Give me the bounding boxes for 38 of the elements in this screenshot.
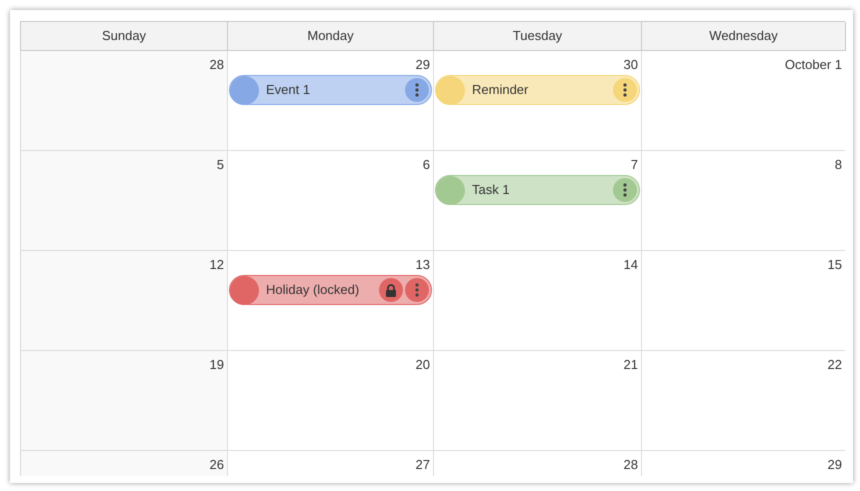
- day-number: 29: [828, 457, 842, 473]
- day-number: 19: [210, 357, 224, 373]
- day-number: 13: [416, 257, 430, 273]
- menu-button[interactable]: [405, 78, 429, 102]
- menu-button[interactable]: [405, 278, 429, 302]
- day-number: 20: [416, 357, 430, 373]
- day-number: 5: [216, 157, 224, 173]
- event-title: Holiday (locked): [266, 281, 360, 300]
- day-number: 30: [624, 57, 638, 73]
- day-number: 29: [416, 57, 430, 73]
- day-number: 27: [416, 457, 430, 473]
- lock-button[interactable]: [379, 278, 403, 302]
- event-bar[interactable]: Holiday (locked): [229, 275, 432, 305]
- day-number: 8: [834, 157, 842, 173]
- day-number: 6: [422, 157, 430, 173]
- more-icon: [415, 83, 419, 97]
- day-number: 21: [624, 357, 638, 373]
- menu-button[interactable]: [613, 78, 637, 102]
- day-number: 28: [624, 457, 638, 473]
- day-number: 22: [828, 357, 842, 373]
- event-title: Reminder: [472, 81, 530, 100]
- event-bar[interactable]: Reminder: [435, 75, 640, 105]
- day-number: October 1: [784, 57, 842, 73]
- more-icon: [623, 183, 627, 197]
- event-title: Event 1: [266, 81, 312, 100]
- more-icon: [415, 283, 419, 297]
- event-bar[interactable]: Event 1: [229, 75, 432, 105]
- lock-icon: [385, 284, 397, 296]
- more-icon: [623, 83, 627, 97]
- day-number: 15: [828, 257, 842, 273]
- day-number: 7: [630, 157, 638, 173]
- day-number: 12: [210, 257, 224, 273]
- event-title: Task 1: [472, 181, 511, 200]
- menu-button[interactable]: [613, 178, 637, 202]
- day-number: 26: [210, 457, 224, 473]
- event-bar[interactable]: Task 1: [435, 175, 640, 205]
- day-number: 14: [624, 257, 638, 273]
- day-number: 28: [210, 57, 224, 73]
